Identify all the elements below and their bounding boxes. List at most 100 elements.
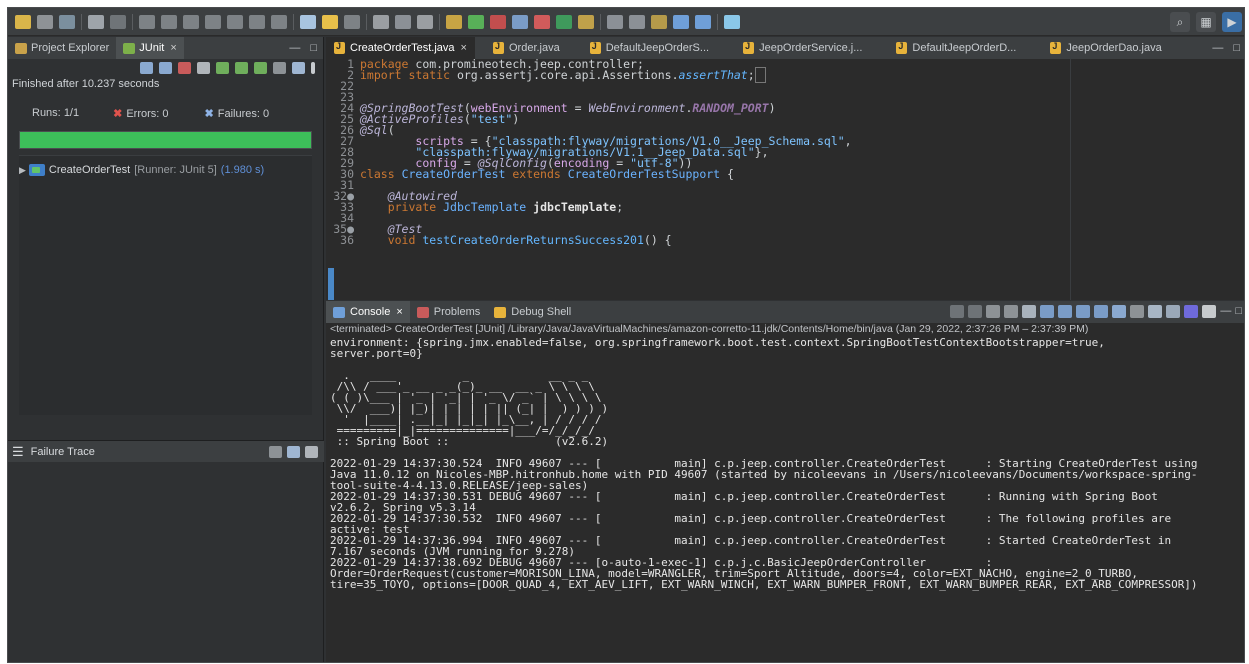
tab-label: Order.java [508, 42, 560, 54]
test-time: (1.980 s) [220, 164, 265, 176]
breakpoint-gutter-marker [328, 268, 334, 300]
junit-progress-bar [19, 131, 312, 149]
tab-jeep-order-dao[interactable]: JeepOrderDao.java [1042, 37, 1169, 59]
minimize-icon[interactable]: — [289, 42, 300, 54]
last-edit-location-icon[interactable] [651, 14, 667, 29]
tab-order[interactable]: Order.java [485, 37, 568, 59]
runs-value: 1/1 [63, 107, 80, 119]
compare-result-icon[interactable] [269, 446, 282, 458]
tab-debug-shell[interactable]: Debug Shell [487, 301, 578, 323]
stop-process-icon[interactable] [950, 305, 965, 318]
show-skipped-icon[interactable] [197, 62, 210, 74]
view-menu-icon[interactable] [311, 62, 315, 74]
tab-project-explorer[interactable]: Project Explorer [8, 37, 116, 59]
previous-failure-icon[interactable] [159, 62, 172, 74]
save-all-icon[interactable] [59, 14, 75, 29]
tab-junit[interactable]: JUnit × [116, 37, 184, 59]
open-type-icon[interactable] [322, 14, 338, 29]
ansi-console-icon[interactable] [1184, 305, 1199, 318]
resume-icon[interactable] [139, 14, 155, 29]
tab-label: Project Explorer [31, 42, 110, 54]
expand-arrow-icon[interactable]: ▶ [19, 165, 26, 176]
run-icon[interactable] [468, 14, 484, 29]
remove-launch-icon[interactable] [986, 305, 1001, 318]
word-wrap-icon[interactable] [1058, 305, 1073, 318]
rerun-failed-icon[interactable] [254, 62, 267, 74]
settings-icon[interactable] [1202, 305, 1217, 318]
stop-test-icon[interactable] [273, 62, 286, 74]
tab-console[interactable]: Console × [326, 301, 410, 323]
coverage-icon[interactable] [490, 14, 506, 29]
show-failures-only-icon[interactable] [178, 62, 191, 74]
save-icon[interactable] [37, 14, 53, 29]
clear-console-icon[interactable] [1022, 305, 1037, 318]
test-history-icon[interactable] [292, 62, 305, 74]
new-java-project-icon[interactable] [512, 14, 528, 29]
boot-dashboard-icon[interactable] [373, 14, 389, 29]
tab-default-jeep-order-dao[interactable]: DefaultJeepOrderD... [888, 37, 1024, 59]
open-task-icon[interactable] [578, 14, 594, 29]
java-ee-perspective-icon[interactable]: ▦ [1196, 12, 1216, 32]
console-icon[interactable] [395, 14, 411, 29]
console-toolbar: — □ [950, 305, 1242, 318]
remove-all-icon[interactable] [1004, 305, 1019, 318]
disconnect-icon[interactable] [205, 14, 221, 29]
drop-to-frame-icon[interactable] [300, 14, 316, 29]
tab-default-jeep-order-service[interactable]: DefaultJeepOrderS... [582, 37, 717, 59]
step-over-icon[interactable] [249, 14, 265, 29]
close-icon[interactable]: × [170, 42, 176, 54]
tab-jeep-order-service[interactable]: JeepOrderService.j... [735, 37, 870, 59]
maximize-icon[interactable]: □ [1235, 305, 1242, 318]
show-on-stderr-icon[interactable] [1094, 305, 1109, 318]
next-failure-icon[interactable] [140, 62, 153, 74]
debug-perspective-icon[interactable]: ▶ [1222, 12, 1242, 32]
junit-progress-fill [20, 132, 311, 148]
junit-panel: Project Explorer JUnit × — □ Finished af… [8, 37, 324, 662]
terminal-icon[interactable] [88, 14, 104, 29]
left-view-tabs: Project Explorer JUnit × — □ [8, 37, 323, 59]
step-into-icon[interactable] [227, 14, 243, 29]
tab-problems[interactable]: Problems [410, 301, 487, 323]
terminate-icon[interactable] [183, 14, 199, 29]
close-icon[interactable]: × [461, 42, 467, 54]
close-icon[interactable]: × [396, 306, 402, 318]
rerun-test-icon[interactable] [216, 62, 229, 74]
next-annotation-icon[interactable] [607, 14, 623, 29]
new-file-icon[interactable] [15, 14, 31, 29]
minimize-icon[interactable]: — [1212, 42, 1223, 54]
maximize-icon[interactable]: □ [310, 42, 317, 54]
step-return-icon[interactable] [271, 14, 287, 29]
console-tabs: Console × Problems Debug Shell — □ [326, 301, 1244, 323]
display-console-icon[interactable] [1130, 305, 1145, 318]
back-icon[interactable] [673, 14, 689, 29]
tree-item-create-order-test[interactable]: ▶ CreateOrderTest [Runner: JUnit 5] (1.9… [19, 162, 312, 178]
new-package-icon[interactable] [534, 14, 550, 29]
pin-console-icon[interactable] [1112, 305, 1127, 318]
maximize-icon[interactable]: □ [1233, 42, 1240, 54]
failures-label: Failures: [217, 107, 260, 120]
minimize-icon[interactable]: — [1220, 305, 1231, 318]
skip-breakpoints-icon[interactable] [110, 14, 126, 29]
show-whitespace-icon[interactable] [417, 14, 433, 29]
rerun-failed-first-icon[interactable] [235, 62, 248, 74]
new-console-icon[interactable] [1166, 305, 1181, 318]
debug-icon[interactable] [446, 14, 462, 29]
filter-stack-icon[interactable] [287, 446, 300, 458]
search-icon[interactable]: ⌕ [1170, 12, 1190, 32]
forward-icon[interactable] [695, 14, 711, 29]
code-line: 22 [340, 79, 354, 93]
pin-editor-icon[interactable] [724, 14, 740, 29]
new-class-icon[interactable] [556, 14, 572, 29]
code-area[interactable]: 1 package com.promineotech.jeep.controll… [326, 58, 1066, 300]
show-on-stdout-icon[interactable] [1076, 305, 1091, 318]
java-file-icon [1050, 41, 1062, 54]
suspend-icon[interactable] [161, 14, 177, 29]
terminate-icon[interactable] [968, 305, 983, 318]
previous-annotation-icon[interactable] [629, 14, 645, 29]
copy-trace-icon[interactable] [305, 446, 318, 458]
debug-settings-icon[interactable] [344, 14, 360, 29]
tab-create-order-test[interactable]: CreateOrderTest.java × [326, 37, 475, 59]
scroll-lock-icon[interactable] [1040, 305, 1055, 318]
open-console-icon[interactable] [1148, 305, 1163, 318]
console-output[interactable]: environment: {spring.jmx.enabled=false, … [326, 337, 1244, 662]
